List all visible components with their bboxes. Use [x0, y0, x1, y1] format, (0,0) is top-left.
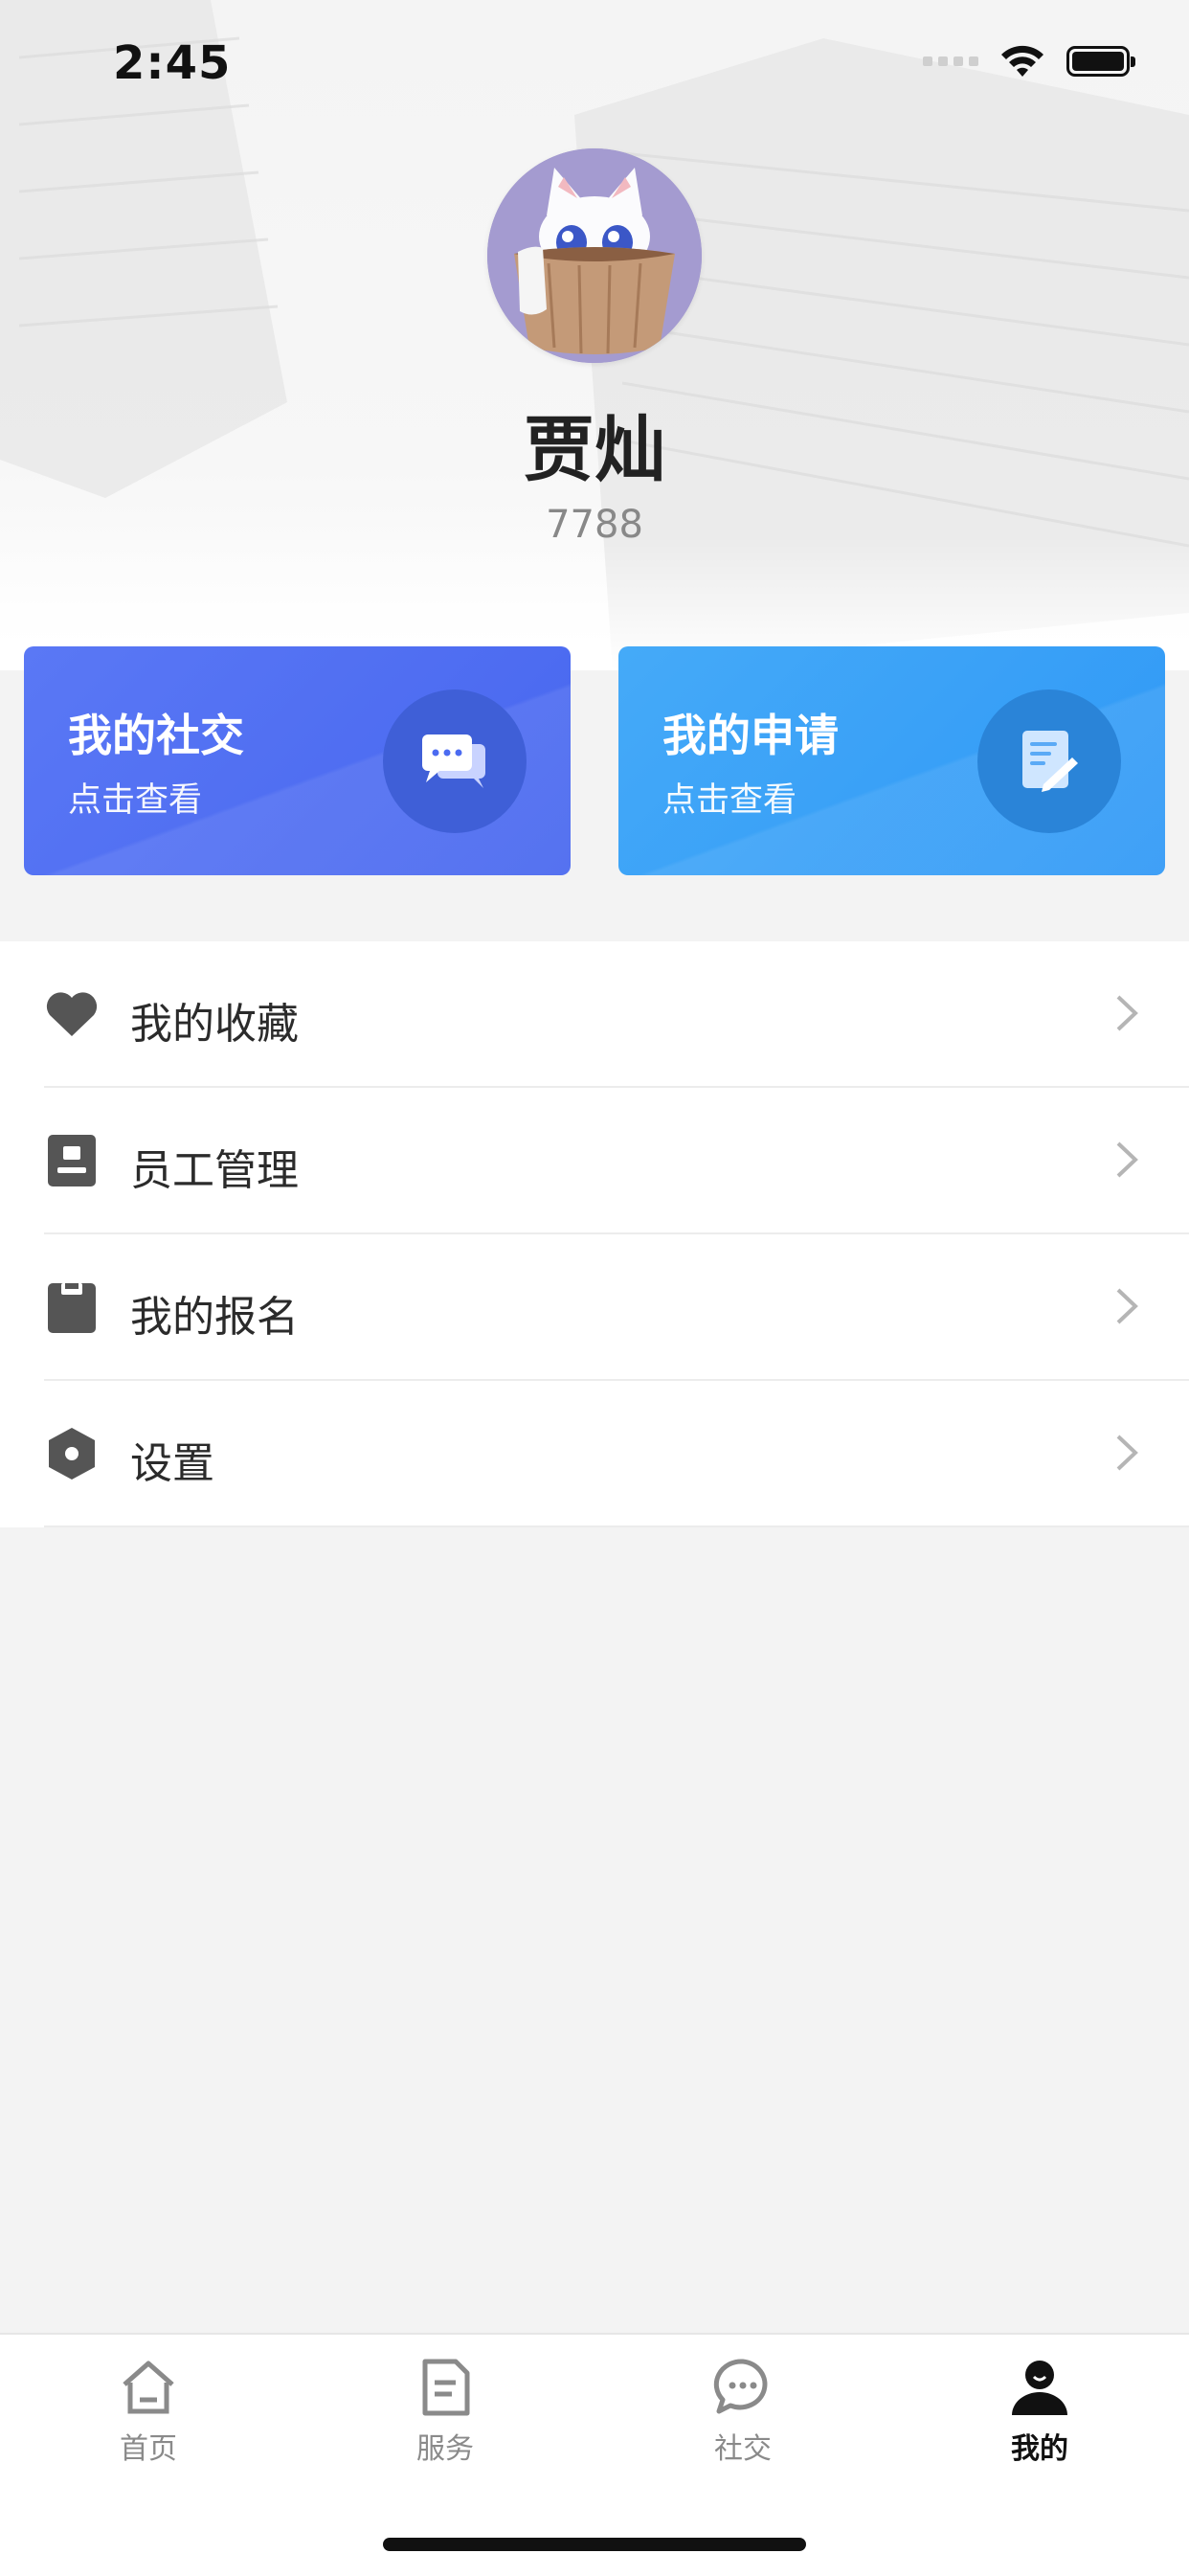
my-application-card[interactable]: 我的申请 点击查看	[618, 646, 1165, 875]
chevron-right-icon	[1116, 1141, 1138, 1178]
profile-page: 2:45 贾灿 7788 我的社交 点击查看 我的申请 点击查看 我的收藏 员工…	[0, 0, 1189, 2576]
tab-label: 社交	[714, 2432, 772, 2466]
menu-item-favorites[interactable]: 我的收藏	[0, 941, 1189, 1088]
tab-me[interactable]: 我的	[963, 2356, 1116, 2467]
wifi-icon	[1001, 45, 1043, 77]
tab-label: 服务	[416, 2432, 474, 2466]
hexagon-settings-icon	[49, 1428, 95, 1480]
menu-item-settings[interactable]: 设置	[0, 1381, 1189, 1527]
home-icon	[123, 2361, 174, 2414]
menu-list: 我的收藏 员工管理 我的报名 设置	[0, 941, 1189, 1527]
heart-icon	[46, 992, 98, 1036]
tab-home[interactable]: 首页	[72, 2356, 225, 2467]
tab-services[interactable]: 服务	[369, 2356, 522, 2467]
status-time: 2:45	[113, 36, 232, 90]
id-card-icon	[48, 1135, 96, 1186]
home-indicator[interactable]	[383, 2538, 806, 2551]
chevron-right-icon	[1116, 1288, 1138, 1324]
document-icon	[422, 2359, 470, 2416]
menu-item-label: 我的收藏	[130, 1000, 299, 1049]
user-name: 贾灿	[524, 409, 665, 491]
tab-social[interactable]: 社交	[666, 2356, 819, 2467]
card-title: 我的申请	[662, 710, 839, 761]
card-subtitle: 点击查看	[68, 781, 203, 820]
menu-item-staff-management[interactable]: 员工管理	[0, 1088, 1189, 1234]
clipboard-icon	[48, 1283, 96, 1333]
user-icon	[1012, 2361, 1067, 2415]
chat-bubbles-icon	[383, 689, 527, 833]
tab-label: 首页	[120, 2432, 177, 2466]
tab-label: 我的	[1011, 2432, 1068, 2466]
battery-icon	[1066, 46, 1135, 77]
user-id: 7788	[546, 503, 643, 547]
divider	[44, 1525, 1189, 1527]
menu-item-label: 我的报名	[130, 1293, 299, 1342]
cellular-signal-icon	[923, 56, 978, 66]
menu-item-registrations[interactable]: 我的报名	[0, 1234, 1189, 1381]
menu-item-label: 设置	[130, 1439, 214, 1488]
card-subtitle: 点击查看	[662, 781, 797, 820]
my-social-card[interactable]: 我的社交 点击查看	[24, 646, 571, 875]
chat-icon	[713, 2359, 768, 2414]
status-indicators	[923, 44, 1135, 79]
menu-item-label: 员工管理	[130, 1146, 299, 1195]
chevron-right-icon	[1116, 995, 1138, 1031]
card-title: 我的社交	[68, 710, 244, 761]
document-edit-icon	[977, 689, 1121, 833]
chevron-right-icon	[1116, 1435, 1138, 1471]
avatar[interactable]	[487, 148, 702, 363]
